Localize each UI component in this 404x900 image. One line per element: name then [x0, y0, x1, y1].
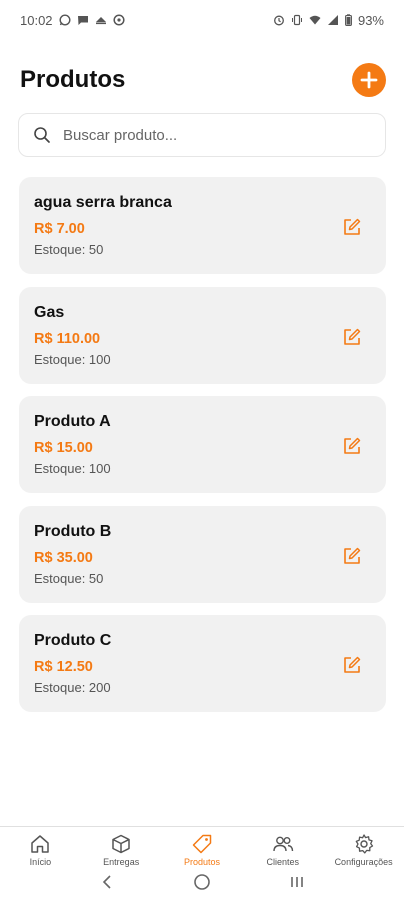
product-name: Produto C [34, 632, 112, 649]
alarm-icon [273, 14, 285, 26]
status-left: 10:02 [20, 13, 125, 28]
wifi-icon [309, 14, 321, 26]
product-price: R$ 35.00 [34, 549, 93, 566]
edit-product-button[interactable] [342, 546, 362, 566]
product-price: R$ 12.50 [34, 659, 93, 675]
page-title: Produtos [20, 66, 126, 93]
recents-icon [290, 877, 303, 887]
system-nav-bar [0, 864, 404, 900]
product-price: R$ 110.00 [34, 330, 101, 347]
edit-icon [344, 328, 361, 345]
product-stock: Estoque: 50 [34, 570, 104, 586]
recents-button[interactable] [287, 872, 307, 892]
status-right: 93% [273, 13, 384, 28]
product-stock: Estoque: 50 [34, 242, 104, 257]
plus-icon [360, 71, 378, 89]
product-list: agua serra branca R$ 7.00 Estoque: 50 Ga… [19, 177, 386, 725]
product-price: R$ 15.00 [34, 440, 93, 456]
header: Produtos [20, 60, 386, 100]
product-card[interactable]: Produto A R$ 15.00 Estoque: 100 [19, 396, 386, 493]
chevron-left-icon [103, 875, 111, 889]
edit-icon [344, 218, 361, 235]
status-bar: 10:02 93% [0, 0, 404, 40]
edit-icon [344, 437, 361, 454]
home-icon [31, 835, 50, 853]
signal-icon [327, 14, 339, 26]
whatsapp-icon [59, 14, 71, 26]
search-input[interactable] [63, 126, 371, 144]
product-card[interactable]: Produto B R$ 35.00 Estoque: 50 [19, 505, 386, 603]
home-button[interactable] [192, 872, 212, 892]
edit-product-button[interactable] [342, 655, 362, 675]
edit-product-button[interactable] [342, 327, 362, 347]
product-card[interactable]: agua serra branca R$ 7.00 Estoque: 50 [19, 177, 386, 274]
cloud-icon [95, 14, 107, 26]
product-stock: Estoque: 100 [34, 351, 111, 367]
edit-product-button[interactable] [342, 436, 362, 456]
battery-level: 93% [357, 12, 384, 28]
circle-app-icon [112, 14, 125, 26]
search-bar[interactable] [18, 113, 386, 157]
product-name: Produto B [34, 522, 112, 540]
search-icon [34, 127, 50, 143]
tag-icon [192, 834, 212, 854]
gear-icon [355, 834, 373, 854]
product-stock: Estoque: 100 [34, 461, 111, 476]
edit-icon [344, 656, 361, 673]
product-card[interactable]: Produto C R$ 12.50 Estoque: 200 [19, 615, 386, 712]
vibrate-icon [291, 14, 303, 26]
product-stock: Estoque: 200 [34, 680, 111, 695]
edit-icon [344, 547, 361, 564]
users-icon [273, 836, 293, 852]
chat-icon [77, 14, 89, 26]
back-button[interactable] [97, 872, 117, 892]
product-card[interactable]: Gas R$ 110.00 Estoque: 100 [19, 286, 386, 384]
product-name: agua serra branca [34, 194, 172, 211]
add-product-button[interactable] [352, 63, 386, 97]
product-name: Gas [34, 303, 65, 321]
status-time: 10:02 [20, 12, 53, 28]
edit-product-button[interactable] [342, 217, 362, 237]
product-name: Produto A [34, 413, 111, 430]
product-price: R$ 7.00 [34, 221, 85, 237]
box-icon [112, 834, 130, 854]
home-circle-icon [194, 874, 210, 890]
battery-icon [345, 14, 352, 26]
